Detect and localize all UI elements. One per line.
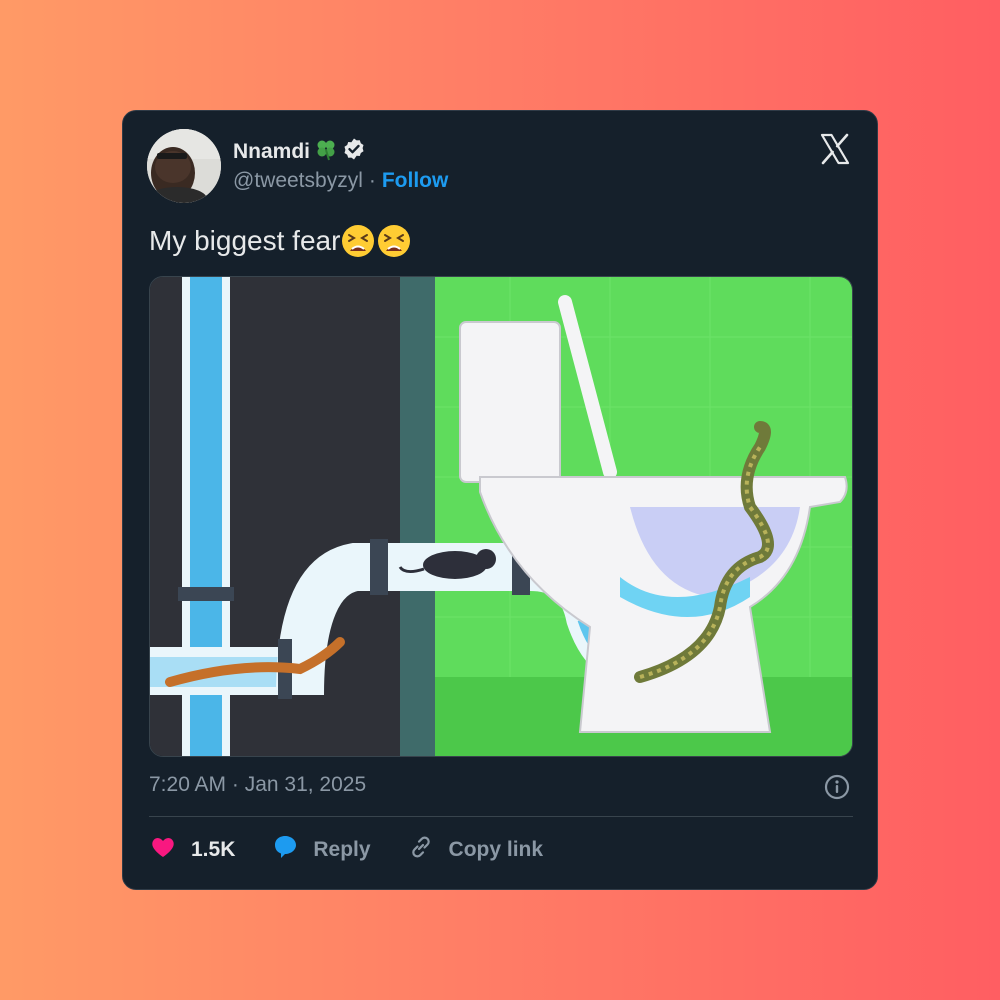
reply-bubble-icon: [271, 833, 299, 867]
tweet-card: Nnamdi @tweetsbyzyl · Follow My biggest …: [122, 110, 878, 890]
heart-icon: [149, 833, 177, 867]
tweet-body: My biggest fear: [149, 225, 341, 256]
reply-label: Reply: [313, 838, 371, 861]
author-name[interactable]: Nnamdi: [233, 140, 310, 164]
tweet-image[interactable]: [149, 276, 853, 757]
like-count: 1.5K: [191, 838, 236, 861]
like-button[interactable]: 1.5K: [149, 833, 235, 867]
divider: [149, 816, 853, 817]
info-icon[interactable]: [823, 773, 851, 801]
timestamp[interactable]: 7:20 AM · Jan 31, 2025: [149, 773, 366, 796]
reply-button[interactable]: Reply: [271, 833, 371, 867]
separator-dot: ·: [368, 169, 376, 192]
x-logo-icon[interactable]: [819, 133, 851, 165]
timestamp-row: 7:20 AM · Jan 31, 2025: [149, 773, 853, 803]
tired-face-icon: [340, 223, 376, 259]
author-handle-row: @tweetsbyzyl · Follow: [233, 169, 448, 193]
four-leaf-clover-icon: [314, 137, 338, 166]
tired-face-icon: [376, 223, 412, 259]
verified-badge-icon: [342, 137, 366, 166]
link-icon: [407, 833, 435, 867]
copy-link-button[interactable]: Copy link: [407, 833, 544, 867]
author-handle[interactable]: @tweetsbyzyl: [233, 169, 363, 193]
action-bar: 1.5K Reply Copy link: [149, 833, 579, 867]
avatar[interactable]: [147, 129, 221, 203]
author-name-row[interactable]: Nnamdi: [233, 137, 366, 166]
follow-button[interactable]: Follow: [382, 169, 449, 193]
copy-link-label: Copy link: [448, 838, 544, 861]
tweet-text: My biggest fear: [149, 223, 412, 259]
